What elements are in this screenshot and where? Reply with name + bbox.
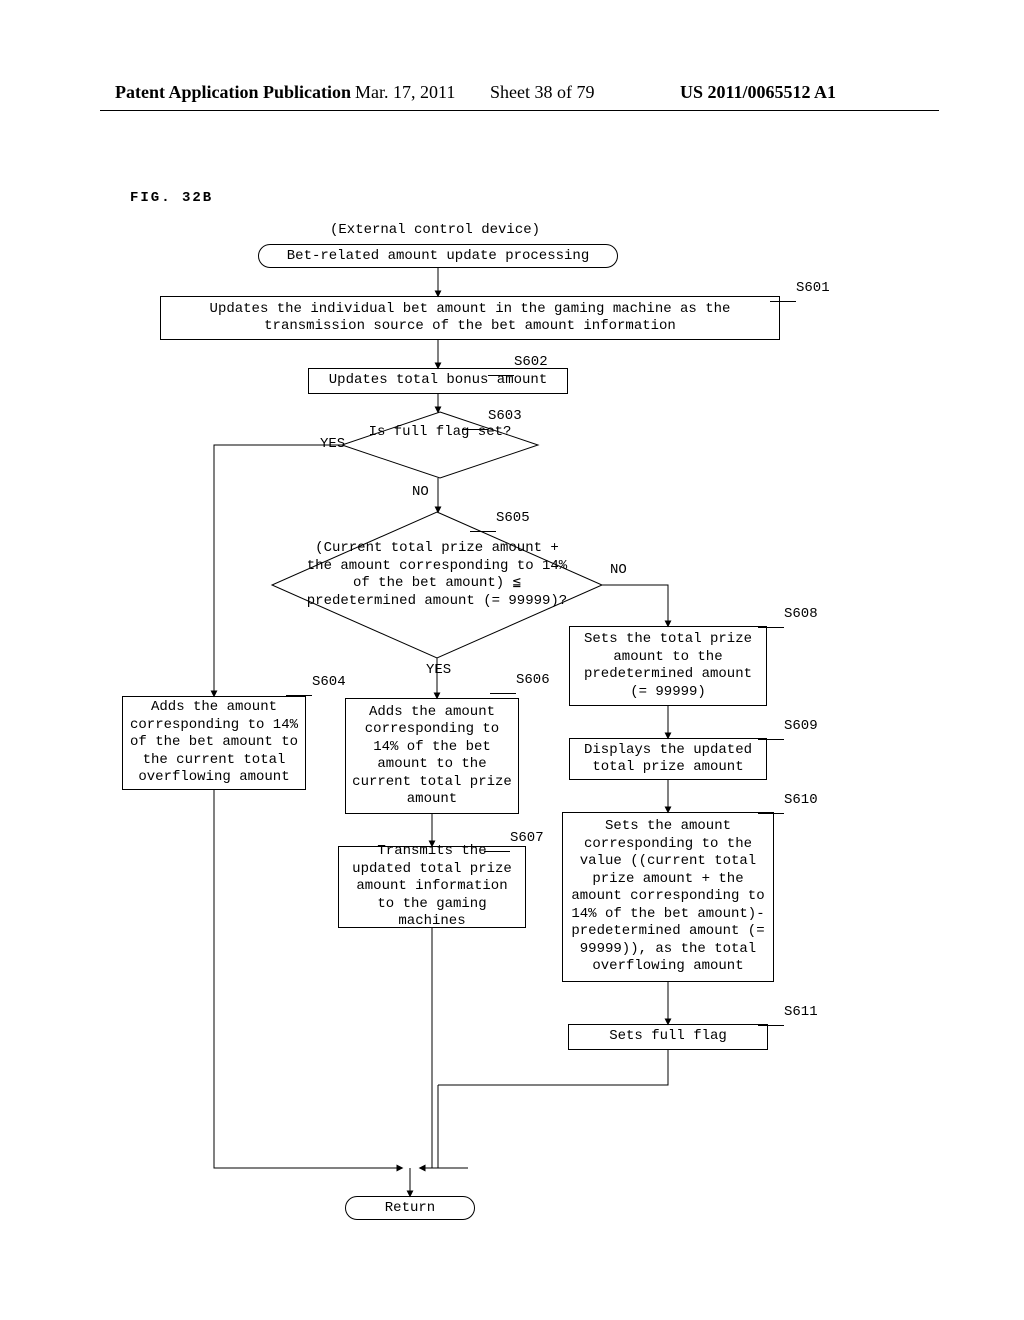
step-S602: Updates total bonus amount xyxy=(308,368,568,394)
ref-S607: S607 xyxy=(510,830,544,846)
ref-S604: S604 xyxy=(312,674,346,690)
step-S611: Sets full flag xyxy=(568,1024,768,1050)
step-S606: Adds the amount corresponding to 14% of … xyxy=(345,698,519,814)
ref-S611: S611 xyxy=(784,1004,818,1020)
swoosh-icon xyxy=(758,726,784,740)
swoosh-icon xyxy=(758,614,784,628)
decision-S605 xyxy=(270,510,604,660)
publication-date: Mar. 17, 2011 xyxy=(355,82,455,103)
step-S609: Displays the updated total prize amount xyxy=(569,738,767,780)
ref-S602: S602 xyxy=(514,354,548,370)
branch-yes-S605: YES xyxy=(426,662,451,678)
swoosh-icon xyxy=(758,800,784,814)
ref-S605: S605 xyxy=(496,510,530,526)
step-S607: Transmits the updated total prize amount… xyxy=(338,846,526,928)
swoosh-icon xyxy=(484,838,510,852)
step-S610: Sets the amount corresponding to the val… xyxy=(562,812,774,982)
swoosh-icon xyxy=(286,682,312,696)
step-S604: Adds the amount corresponding to 14% of … xyxy=(122,696,306,790)
ref-S606: S606 xyxy=(516,672,550,688)
device-label: (External control device) xyxy=(330,222,540,238)
start-terminator: Bet-related amount update processing xyxy=(258,244,618,268)
swoosh-icon xyxy=(488,362,514,376)
swoosh-icon xyxy=(490,680,516,694)
figure-label: FIG. 32B xyxy=(130,190,213,206)
ref-S610: S610 xyxy=(784,792,818,808)
branch-no-S603: NO xyxy=(412,484,429,500)
step-S601: Updates the individual bet amount in the… xyxy=(160,296,780,340)
branch-no-S605: NO xyxy=(610,562,627,578)
swoosh-icon xyxy=(462,416,488,430)
ref-S609: S609 xyxy=(784,718,818,734)
swoosh-icon xyxy=(758,1012,784,1026)
branch-yes-S603: YES xyxy=(320,436,345,452)
ref-S608: S608 xyxy=(784,606,818,622)
ref-S601: S601 xyxy=(796,280,830,296)
swoosh-icon xyxy=(470,518,496,532)
header-rule xyxy=(100,110,939,111)
return-terminator: Return xyxy=(345,1196,475,1220)
sheet-indicator: Sheet 38 of 79 xyxy=(490,82,594,103)
swoosh-icon xyxy=(770,288,796,302)
ref-S603: S603 xyxy=(488,408,522,424)
publication-type: Patent Application Publication xyxy=(115,82,351,103)
publication-number: US 2011/0065512 A1 xyxy=(680,82,836,103)
page: Patent Application Publication Mar. 17, … xyxy=(0,0,1024,1320)
